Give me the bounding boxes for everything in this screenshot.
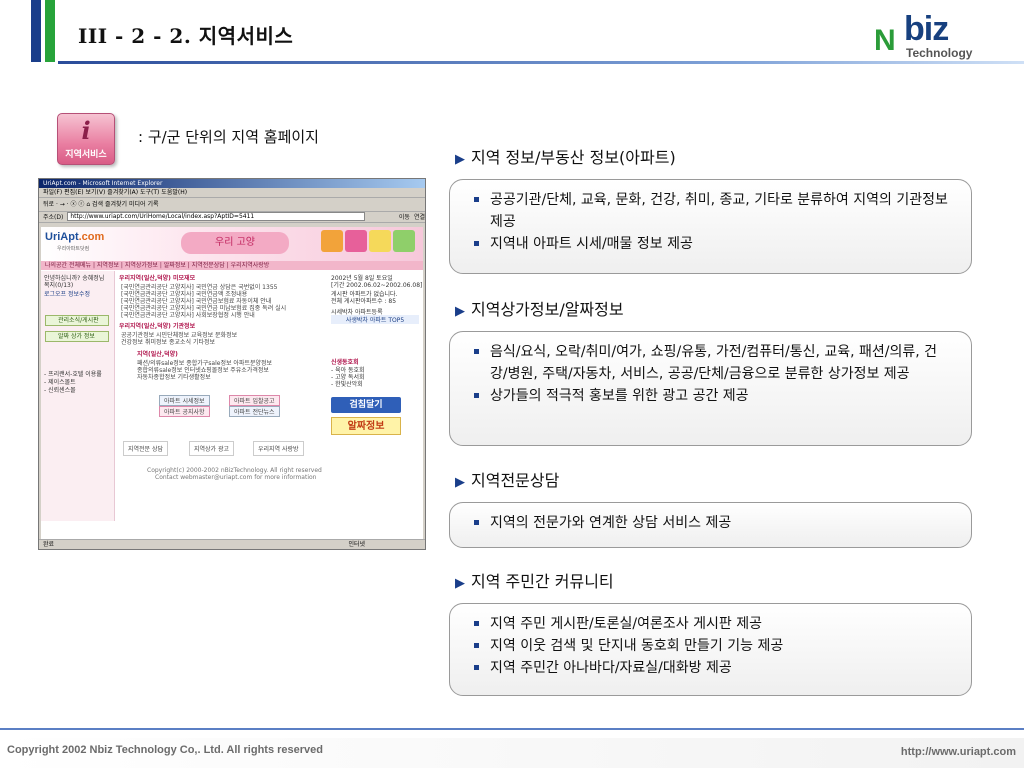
mid-tab-price: 아파트 시세정보 — [159, 395, 210, 406]
browser-menu: 파일(F) 편집(E) 보기(V) 즐겨찾기(A) 도구(T) 도움말(H) — [39, 188, 425, 198]
logo-technology: Technology — [906, 46, 973, 60]
site-logo-sub: 우리아파트닷컴 — [57, 246, 90, 252]
apt-icon — [321, 230, 343, 252]
left-link-3: - 신뢰센스몰 — [44, 387, 76, 394]
header-accent-green — [45, 0, 55, 62]
list-item: 지역 주민간 아나바다/자료실/대화방 제공 — [472, 657, 951, 679]
sun-icon — [369, 230, 391, 252]
left-link-1: - 프리랜서-호텔 이용률 — [44, 371, 102, 378]
status-right: 인터넷 — [348, 541, 365, 548]
right-line: 사생박차 아파트 TOP5 — [331, 315, 419, 324]
right-line: - 한빛산악회 — [331, 381, 363, 388]
list-item: 상가들의 적극적 홍보를 위한 광고 공간 제공 — [472, 385, 951, 407]
site-left-panel: 안녕하십니까? 송혜정님 복지(0/13) 로그오프 정보수정 관리소식/게시판… — [41, 271, 115, 521]
triangle-bullet-icon: ▶ — [455, 152, 465, 167]
bottom-tab-consult: 지역전문 상담 — [123, 441, 169, 456]
triangle-bullet-icon: ▶ — [455, 475, 465, 490]
status-left: 완료 — [43, 541, 55, 548]
section-heading-shops: ▶ 지역상가정보/알짜정보 — [455, 300, 624, 319]
mid-tab-bid: 아파트 입찰공고 — [229, 395, 280, 406]
mid-news-line: [국민연금관리공단 고양지사] 사회보장협정 시행 안내 — [121, 312, 255, 319]
triangle-bullet-icon: ▶ — [455, 304, 465, 319]
site-copyright-1: Copyright(c) 2000-2002 nBizTechnology. A… — [147, 467, 322, 474]
mid-section-shops: 지역(일산,덕양) — [137, 351, 178, 358]
links-label: 연결 — [413, 214, 425, 221]
footer-copyright: Copyright 2002 Nbiz Technology Co,. Ltd.… — [7, 744, 323, 756]
left-greeting: 안녕하십니까? 송혜정님 — [44, 275, 105, 282]
browser-title: UriApt.com - Microsoft Internet Explorer — [39, 179, 425, 188]
browser-screenshot: UriApt.com - Microsoft Internet Explorer… — [38, 178, 426, 550]
site-main-panel: 우리지역(일산,덕양) 미모재모 [국민연금관리공단 고양지사] 국민연금 상담… — [119, 271, 327, 521]
header-accent-dark — [31, 0, 41, 62]
site-right-panel: 2002년 5월 8일 토요일 [기간 2002.06.02~2002.06.0… — [331, 271, 423, 521]
mid-tab-flyer: 아파트 전단뉴스 — [229, 406, 280, 417]
mid-tab-notice: 아파트 공지사항 — [159, 406, 210, 417]
browser-address-bar: 주소(D) http://www.uriapt.com/UriHome/Loca… — [39, 212, 425, 223]
nbiz-logo: N biz Technology — [870, 10, 1000, 60]
info-icon: i — [81, 116, 91, 145]
section-card-community: 지역 주민 게시판/토론실/여론조사 게시판 제공 지역 이웃 검색 및 단지내… — [449, 603, 972, 696]
go-label: 이동 — [398, 214, 410, 221]
info-icon — [345, 230, 367, 252]
badge-label: 지역서비스 — [65, 150, 107, 160]
section-heading-consult: ▶ 지역전문상담 — [455, 471, 560, 490]
page-title: III - 2 - 2. 지역서비스 — [78, 24, 294, 48]
section-card-shops: 음식/요식, 오락/취미/여가, 쇼핑/유통, 가전/컴퓨터/통신, 교육, 패… — [449, 331, 972, 446]
footer: Copyright 2002 Nbiz Technology Co,. Ltd.… — [0, 738, 1024, 768]
mid-orgs-line: 건강정보 취미정보 종교소식 기타정보 — [121, 339, 216, 346]
logo-biz: biz — [904, 10, 949, 48]
footer-divider — [0, 728, 1024, 730]
address-label: 주소(D) — [43, 214, 64, 221]
section-heading-region-info: ▶ 지역 정보/부동산 정보(아파트) — [455, 148, 676, 167]
section-card-region-info: 공공기관/단체, 교육, 문화, 건강, 취미, 종교, 기타로 분류하여 지역… — [449, 179, 972, 274]
mid-section-orgs: 우리지역(일산,덕양) 기관정보 — [119, 323, 196, 330]
browser-status-bar: 완료 인터넷 — [39, 539, 425, 549]
list-item: 지역내 아파트 시세/매물 정보 제공 — [472, 233, 951, 255]
intro-text: : 구/군 단위의 지역 홈페이지 — [138, 128, 319, 146]
right-line: 전체 게시판아파트수 : 85 — [331, 298, 397, 305]
section-card-consult: 지역의 전문가와 연계한 상담 서비스 제공 — [449, 502, 972, 548]
browser-toolbar: 뒤로 · → · ⓧ ⓡ ⌂ 검색 즐겨찾기 미디어 기록 — [39, 198, 425, 212]
site-page: UriApt.com 우리아파트닷컴 우리 고양 나의공간 전체메뉴 | 지역정… — [41, 227, 423, 539]
logo-n: N — [874, 24, 896, 57]
list-item: 지역 이웃 검색 및 단지내 동호회 만들기 기능 제공 — [472, 635, 951, 657]
address-value: http://www.uriapt.com/UriHome/Local/inde… — [67, 212, 365, 221]
list-item: 지역 주민 게시판/토론실/여론조사 게시판 제공 — [472, 613, 951, 635]
section-heading-community: ▶ 지역 주민간 커뮤니티 — [455, 572, 614, 591]
list-item: 지역의 전문가와 연계한 상담 서비스 제공 — [472, 512, 951, 534]
mid-shops-line: 자동차종합정보 기타생활정보 — [137, 374, 211, 381]
money-icon — [393, 230, 415, 252]
site-logo: UriApt.com — [45, 231, 105, 243]
header-divider — [58, 61, 1024, 64]
footer-url: http://www.uriapt.com — [900, 746, 1016, 758]
bottom-tab-ads: 지역상가 광고 — [189, 441, 235, 456]
mid-section-news: 우리지역(일산,덕양) 미모재모 — [119, 275, 196, 282]
left-menu-news: 관리소식/게시판 — [45, 315, 109, 326]
left-login-buttons: 로그오프 정보수정 — [44, 291, 91, 298]
triangle-bullet-icon: ▶ — [455, 576, 465, 591]
meter-banner: 검침달기 — [331, 397, 401, 413]
left-greeting-2: 복지(0/13) — [44, 282, 74, 289]
bottom-tab-community: 우리지역 사랑방 — [253, 441, 304, 456]
list-item: 음식/요식, 오락/취미/여가, 쇼핑/유통, 가전/컴퓨터/통신, 교육, 패… — [472, 341, 951, 385]
site-nav: 나의공간 전체메뉴 | 지역정보 | 지역상가정보 | 알짜정보 | 지역전문상… — [41, 261, 423, 270]
left-menu-deals: 알짜 상가 정보 — [45, 331, 109, 342]
site-copyright-2: Contact webmaster@uriapt.com for more in… — [155, 474, 317, 481]
list-item: 공공기관/단체, 교육, 문화, 건강, 취미, 종교, 기타로 분류하여 지역… — [472, 189, 951, 233]
site-banner: 우리 고양 — [181, 232, 289, 254]
deals-banner: 알짜정보 — [331, 417, 401, 435]
site-header: UriApt.com 우리아파트닷컴 우리 고양 — [41, 227, 423, 261]
left-link-2: - 제이스몰트 — [44, 379, 76, 386]
region-service-icon: i 지역서비스 — [57, 113, 115, 165]
right-line: [기간 2002.06.02~2002.06.08] — [331, 282, 423, 289]
